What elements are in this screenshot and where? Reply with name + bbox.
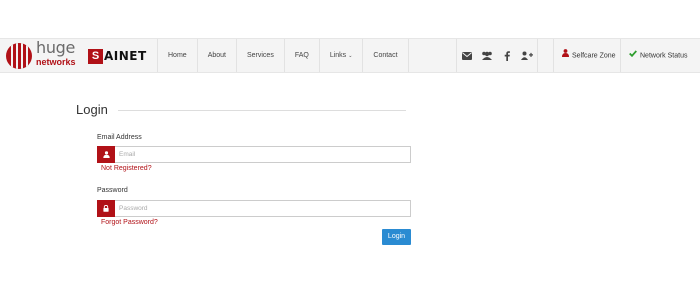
user-icon bbox=[562, 39, 569, 72]
nav-faq[interactable]: FAQ bbox=[283, 39, 319, 72]
password-label: Password bbox=[97, 187, 128, 194]
email-input[interactable]: Email bbox=[115, 146, 411, 163]
nav-home[interactable]: Home bbox=[157, 39, 197, 72]
nav-contact[interactable]: Contact bbox=[362, 39, 409, 72]
password-field-group: Password bbox=[97, 200, 411, 217]
sainet-logo-text: AINET bbox=[104, 49, 147, 63]
forgot-password-link[interactable]: Forgot Password? bbox=[101, 219, 158, 226]
selfcare-zone-label: Selfcare Zone bbox=[572, 52, 616, 60]
social-links bbox=[456, 39, 538, 72]
not-registered-link[interactable]: Not Registered? bbox=[101, 165, 152, 172]
sainet-logo-mark: S bbox=[88, 49, 103, 64]
nav-links-label: Links bbox=[329, 52, 347, 59]
huge-networks-logo[interactable]: huge networks bbox=[6, 38, 86, 71]
google-plus-icon[interactable] bbox=[517, 39, 537, 72]
brand-primary: huge bbox=[36, 38, 76, 57]
login-heading: Login bbox=[76, 102, 108, 117]
nav-about[interactable]: About bbox=[196, 39, 236, 72]
password-input[interactable]: Password bbox=[115, 200, 411, 217]
main-nav: Home About Services FAQ Links ⌄ Contact bbox=[157, 39, 409, 72]
check-icon bbox=[629, 39, 637, 72]
network-status-link[interactable]: Network Status bbox=[620, 39, 695, 72]
email-label: Email Address bbox=[97, 134, 142, 141]
user-icon bbox=[97, 146, 115, 163]
chevron-down-icon: ⌄ bbox=[348, 53, 353, 59]
brand-secondary: networks bbox=[36, 57, 76, 67]
nav-services[interactable]: Services bbox=[235, 39, 284, 72]
email-field-group: Email bbox=[97, 146, 411, 163]
sainet-logo[interactable]: S AINET bbox=[88, 49, 150, 64]
nav-links[interactable]: Links ⌄ bbox=[318, 39, 363, 72]
login-button[interactable]: Login bbox=[382, 229, 411, 245]
selfcare-zone-link[interactable]: Selfcare Zone bbox=[553, 39, 624, 72]
users-icon[interactable] bbox=[477, 39, 497, 72]
envelope-icon[interactable] bbox=[457, 39, 477, 72]
huge-logo-icon bbox=[6, 43, 32, 69]
lock-icon bbox=[97, 200, 115, 217]
facebook-icon[interactable] bbox=[497, 39, 517, 72]
network-status-label: Network Status bbox=[640, 52, 688, 60]
site-header: huge networks S AINET Home About Service… bbox=[0, 38, 700, 73]
heading-divider bbox=[118, 110, 406, 111]
